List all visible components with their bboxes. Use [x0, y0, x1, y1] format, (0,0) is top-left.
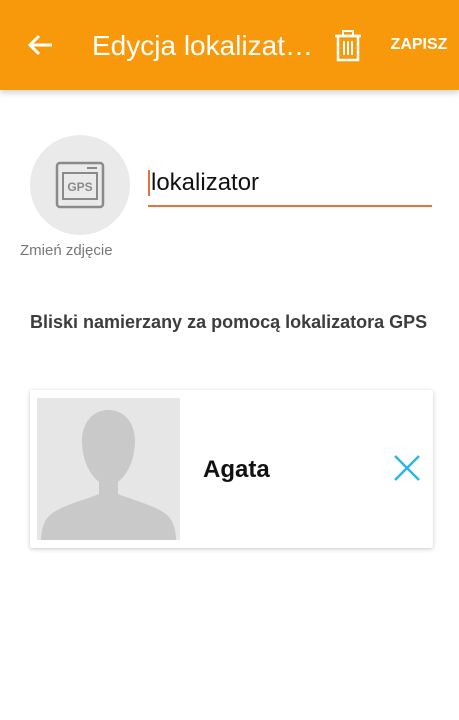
person-card: Agata	[30, 390, 433, 548]
remove-person-button[interactable]	[392, 453, 422, 483]
device-name-input[interactable]	[148, 163, 431, 203]
gps-label: GPS	[67, 180, 92, 194]
trash-icon	[335, 30, 361, 62]
avatar	[37, 398, 180, 540]
page-title: Edycja lokalizatora	[92, 30, 314, 61]
save-button[interactable]: ZAPISZ	[384, 34, 454, 56]
delete-button[interactable]	[330, 26, 366, 66]
person-placeholder-icon	[37, 398, 180, 540]
back-button[interactable]	[22, 25, 62, 65]
device-photo[interactable]: GPS	[30, 135, 130, 235]
device-name-field	[148, 163, 432, 207]
close-icon	[394, 455, 420, 481]
arrow-back-icon	[27, 34, 52, 56]
section-heading: Bliski namierzany za pomocą lokalizatora…	[30, 312, 428, 332]
person-name: Agata	[203, 456, 270, 483]
app-bar: Edycja lokalizatora ZAPISZ	[0, 0, 459, 90]
change-photo-link[interactable]: Zmień zdjęcie	[20, 241, 150, 261]
gps-device-icon: GPS	[55, 161, 105, 209]
